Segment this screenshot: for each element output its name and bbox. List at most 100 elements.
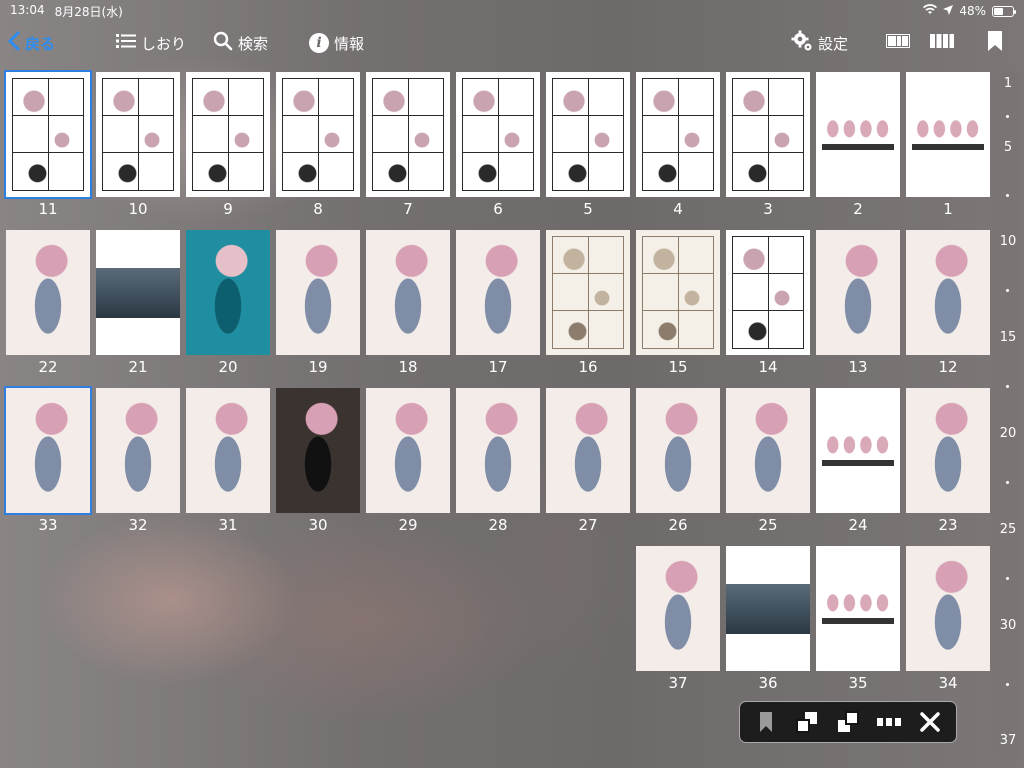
page-thumbnail[interactable]: 31 <box>185 388 271 534</box>
page-image <box>96 230 180 355</box>
page-thumbnail[interactable]: 14 <box>725 230 811 376</box>
page-thumbnail[interactable]: 25 <box>725 388 811 534</box>
page-thumbnail[interactable]: 9 <box>185 72 271 218</box>
page-image <box>276 230 360 355</box>
scrubber-mark: 25 <box>999 522 1017 537</box>
page-number: 25 <box>758 516 778 534</box>
page-artwork <box>726 583 810 634</box>
page-artwork <box>12 78 84 191</box>
page-thumbnail[interactable]: 34 <box>905 546 991 692</box>
info-label: 情報 <box>334 34 365 53</box>
back-button[interactable]: 戻る <box>7 31 55 56</box>
info-button[interactable]: i 情報 <box>309 33 364 54</box>
page-thumbnail[interactable]: 12 <box>905 230 991 376</box>
page-number: 23 <box>938 516 958 534</box>
bookmarks-button[interactable]: しおり <box>116 33 186 54</box>
page-thumbnail[interactable]: 5 <box>545 72 631 218</box>
page-number: 27 <box>578 516 598 534</box>
page-thumbnail[interactable]: 33 <box>4 386 92 534</box>
page-number: 12 <box>938 358 958 376</box>
bookmark-action-button[interactable] <box>751 707 781 737</box>
settings-label: 設定 <box>818 34 849 53</box>
page-thumbnail[interactable]: 24 <box>815 388 901 534</box>
page-thumbnail[interactable]: 15 <box>635 230 721 376</box>
settings-button[interactable]: 設定 <box>791 30 848 56</box>
scrubber-dot <box>1006 577 1009 580</box>
page-number: 34 <box>938 674 958 692</box>
page-back-button[interactable] <box>792 707 822 737</box>
page-thumbnail[interactable]: 16 <box>545 230 631 376</box>
page-thumbnail[interactable]: 26 <box>635 388 721 534</box>
page-thumbnail[interactable]: 17 <box>455 230 541 376</box>
page-thumbnail[interactable]: 22 <box>5 230 91 376</box>
page-thumbnail[interactable]: 2 <box>815 72 901 218</box>
list-icon <box>116 33 136 53</box>
page-thumbnail[interactable]: 3 <box>725 72 811 218</box>
page-image <box>816 72 900 197</box>
bookmark-icon <box>760 712 773 732</box>
page-artwork <box>282 78 354 191</box>
page-scrubber[interactable]: 1 5 10 15 20 25 30 37 <box>997 70 1019 762</box>
page-artwork <box>372 78 444 191</box>
page-thumbnail[interactable]: 1 <box>905 72 991 218</box>
close-icon <box>919 712 940 732</box>
page-thumbnail[interactable]: 19 <box>275 230 361 376</box>
bookmark-toggle-button[interactable] <box>987 31 1003 55</box>
page-number: 7 <box>403 200 413 218</box>
page-thumbnail[interactable]: 36 <box>725 546 811 692</box>
gear-icon <box>791 30 813 56</box>
page-thumbnail[interactable]: 28 <box>455 388 541 534</box>
page-artwork <box>642 78 714 191</box>
page-number: 18 <box>398 358 418 376</box>
page-image <box>726 230 810 355</box>
page-artwork <box>192 394 264 507</box>
page-thumbnail[interactable]: 11 <box>4 70 92 218</box>
page-artwork <box>642 236 714 349</box>
page-image <box>636 230 720 355</box>
page-image <box>276 388 360 513</box>
page-image <box>456 230 540 355</box>
page-artwork <box>552 236 624 349</box>
page-artwork <box>192 78 264 191</box>
page-thumbnail[interactable]: 18 <box>365 230 451 376</box>
page-image <box>726 72 810 197</box>
search-button[interactable]: 検索 <box>213 31 268 55</box>
page-image <box>816 230 900 355</box>
scrubber-mark: 1 <box>1003 76 1013 91</box>
page-thumbnail[interactable]: 10 <box>95 72 181 218</box>
more-options-button[interactable] <box>874 707 904 737</box>
double-page-view-button[interactable] <box>930 34 954 52</box>
battery-icon <box>992 5 1016 17</box>
page-thumbnail[interactable]: 30 <box>275 388 361 534</box>
page-thumbnail[interactable]: 20 <box>185 230 271 376</box>
page-thumbnail[interactable]: 6 <box>455 72 541 218</box>
status-bar: 13:04 8月28日(水) 48% <box>0 0 1024 22</box>
page-artwork <box>822 394 894 507</box>
page-thumbnail[interactable]: 13 <box>815 230 901 376</box>
page-thumbnail[interactable]: 37 <box>635 546 721 692</box>
page-thumbnail[interactable]: 8 <box>275 72 361 218</box>
page-thumbnail[interactable]: 32 <box>95 388 181 534</box>
page-artwork <box>12 394 84 507</box>
page-number: 22 <box>38 358 58 376</box>
page-artwork <box>732 78 804 191</box>
page-thumbnail[interactable]: 27 <box>545 388 631 534</box>
page-image <box>546 388 630 513</box>
page-thumbnail[interactable]: 29 <box>365 388 451 534</box>
page-artwork <box>192 236 264 349</box>
page-artwork <box>552 78 624 191</box>
page-forward-button[interactable] <box>833 707 863 737</box>
page-thumbnail[interactable]: 7 <box>365 72 451 218</box>
page-thumbnail[interactable]: 35 <box>815 546 901 692</box>
floating-action-bar <box>739 701 957 743</box>
page-thumbnail[interactable]: 21 <box>95 230 181 376</box>
page-thumbnail[interactable]: 4 <box>635 72 721 218</box>
close-button[interactable] <box>915 707 945 737</box>
page-image <box>276 72 360 197</box>
page-number: 28 <box>488 516 508 534</box>
single-page-view-button[interactable] <box>886 34 910 52</box>
page-number: 14 <box>758 358 778 376</box>
bookmarks-label: しおり <box>141 34 187 53</box>
page-thumbnail[interactable]: 23 <box>905 388 991 534</box>
page-image <box>186 230 270 355</box>
